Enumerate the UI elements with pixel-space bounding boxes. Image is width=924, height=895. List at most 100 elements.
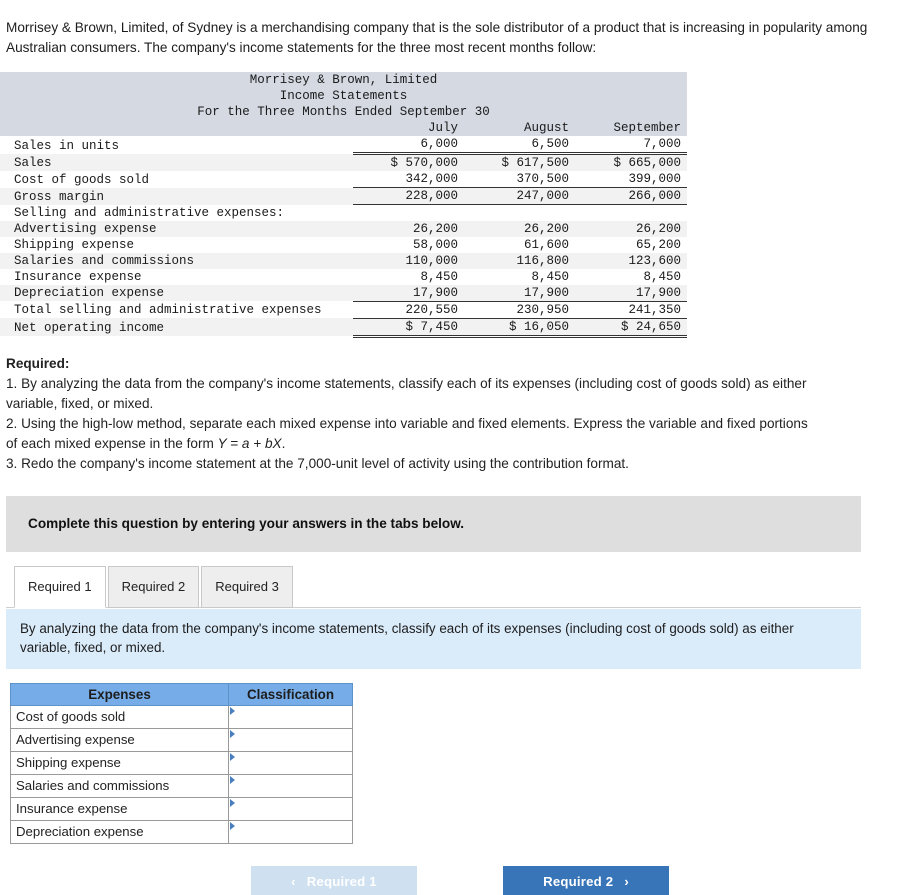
statement-row-value: $ 570,000 xyxy=(353,153,464,171)
classification-dropdown[interactable] xyxy=(228,819,353,844)
intro-paragraph: Morrisey & Brown, Limited, of Sydney is … xyxy=(6,20,868,55)
requirement-instruction-text: By analyzing the data from the company's… xyxy=(20,620,794,655)
statement-row-value: $ 16,050 xyxy=(464,318,575,338)
expense-name-cell: Salaries and commissions xyxy=(10,773,229,798)
tab-label: Required 2 xyxy=(121,579,186,594)
statement-row: Total selling and administrative expense… xyxy=(0,301,688,319)
statement-row-value: 7,000 xyxy=(575,136,688,155)
statement-row-label: Depreciation expense xyxy=(0,284,353,301)
expense-classification-table: Expenses Classification Cost of goods so… xyxy=(10,682,353,844)
statement-row: Sales in units 6,000 6,500 7,000 xyxy=(0,136,688,155)
expense-name-cell: Advertising expense xyxy=(10,727,229,752)
statement-row-value: 247,000 xyxy=(464,187,575,205)
tab-required-3[interactable]: Required 3 xyxy=(201,565,293,608)
tab-label: Required 1 xyxy=(28,579,92,594)
navigation-buttons: ‹ Required 1 Required 2 › xyxy=(0,865,924,895)
required-heading: Required: xyxy=(6,355,70,371)
statement-row: Selling and administrative expenses: xyxy=(0,205,687,221)
statement-row-value: 26,200 xyxy=(353,220,464,237)
statement-row-value: 8,450 xyxy=(643,269,682,284)
statement-row-value: 342,000 xyxy=(353,171,464,188)
dropdown-triangle-icon xyxy=(230,706,235,715)
statement-row-label: Salaries and commissions xyxy=(0,252,353,269)
statement-row-value: 123,600 xyxy=(575,252,688,269)
statement-row-value: $ 7,450 xyxy=(353,318,464,338)
required-item-1-line-2: variable, fixed, or mixed. xyxy=(6,395,154,411)
dropdown-triangle-icon xyxy=(230,798,235,807)
statement-row-label: Sales in units xyxy=(14,138,120,153)
header-expenses: Expenses xyxy=(10,682,229,706)
statement-row-value: 8,450 xyxy=(531,269,569,284)
statement-row-value: 26,200 xyxy=(575,220,688,237)
classification-dropdown[interactable] xyxy=(228,727,353,752)
statement-row-value: $ 617,500 xyxy=(464,153,575,171)
statement-row: Sales $ 570,000 $ 617,500 $ 665,000 xyxy=(0,153,688,171)
classification-dropdown[interactable] xyxy=(228,704,353,729)
answer-table-body: Cost of goods sold Advertising expense Shi… xyxy=(10,704,353,844)
statement-row: Advertising expense 26,200 26,200 26,200 xyxy=(0,220,688,237)
column-header-july: July xyxy=(353,120,464,136)
statement-row-value: 17,900 xyxy=(353,284,464,302)
column-header-september: September xyxy=(575,120,688,136)
statement-row-value: 370,500 xyxy=(464,171,575,188)
statement-row: Net operating income $ 7,450 $ 16,050 $ 24,… xyxy=(0,318,688,338)
previous-requirement-button[interactable]: ‹ Required 1 xyxy=(251,865,417,895)
requirement-tabs: Required 1 Required 2 Required 3 xyxy=(14,564,924,608)
statement-row-value: 110,000 xyxy=(353,252,464,269)
statement-row-value: 6,000 xyxy=(353,136,464,155)
income-statement-table: Morrisey & Brown, Limited Income Stateme… xyxy=(0,72,688,338)
statement-row-value xyxy=(464,205,575,221)
statement-row-value: 266,000 xyxy=(575,187,688,205)
chevron-left-icon: ‹ xyxy=(291,874,296,889)
statement-row: Shipping expense 58,000 61,600 65,200 xyxy=(0,237,687,253)
tab-required-2[interactable]: Required 2 xyxy=(107,565,200,608)
statement-row: Salaries and commissions 110,000 116,800 12… xyxy=(0,252,688,269)
statement-row: Insurance expense 8,450 8,450 8,450 xyxy=(0,269,687,285)
statement-title-row-3: For the Three Months Ended September 30 xyxy=(0,104,688,120)
table-row: Shipping expense xyxy=(10,750,353,775)
statement-row-value: 17,900 xyxy=(575,284,688,302)
expense-name-cell: Depreciation expense xyxy=(10,819,229,844)
dropdown-triangle-icon xyxy=(230,775,235,784)
dropdown-triangle-icon xyxy=(230,821,235,830)
answer-table-wrapper: Expenses Classification Cost of goods so… xyxy=(10,682,924,844)
statement-row-label: Total selling and administrative expense… xyxy=(14,303,322,317)
required-item-3: 3. Redo the company's income statement a… xyxy=(6,455,629,471)
statement-row: Depreciation expense 17,900 17,900 17,900 xyxy=(0,284,688,302)
answer-table-header-row: Expenses Classification xyxy=(10,682,353,706)
statement-title-2: Income Statements xyxy=(0,88,688,104)
complete-question-text: Complete this question by entering your … xyxy=(28,516,465,531)
next-requirement-button[interactable]: Required 2 › xyxy=(503,865,669,895)
classification-dropdown[interactable] xyxy=(228,750,353,775)
required-item-2-line-1: 2. Using the high-low method, separate e… xyxy=(6,415,808,431)
income-statement-head: Morrisey & Brown, Limited Income Stateme… xyxy=(0,72,688,136)
required-item-1-line-1: 1. By analyzing the data from the compan… xyxy=(6,375,807,391)
table-row: Insurance expense xyxy=(10,796,353,821)
statement-row-label: Net operating income xyxy=(0,318,353,336)
statement-row-value: 230,950 xyxy=(464,301,575,319)
classification-dropdown[interactable] xyxy=(228,796,353,821)
income-statement-body: Sales in units 6,000 6,500 7,000 Sales $ 570,… xyxy=(0,136,688,338)
tab-label: Required 3 xyxy=(215,579,279,594)
statement-title-row-1: Morrisey & Brown, Limited xyxy=(0,72,688,88)
statement-header-spacer xyxy=(0,120,353,136)
statement-row-label: Cost of goods sold xyxy=(14,172,150,187)
statement-title-3: For the Three Months Ended September 30 xyxy=(0,104,688,120)
tab-required-1[interactable]: Required 1 xyxy=(14,565,106,608)
statement-title-row-2: Income Statements xyxy=(0,88,688,104)
expense-name-cell: Insurance expense xyxy=(10,796,229,821)
required-item-2-formula: Y = a + bX xyxy=(217,435,282,451)
statement-row-label: Gross margin xyxy=(0,187,353,205)
statement-row-label: Selling and administrative expenses: xyxy=(14,205,285,220)
statement-row-value: 116,800 xyxy=(464,252,575,269)
statement-row-value: 399,000 xyxy=(575,171,688,188)
statement-row-value: 58,000 xyxy=(412,237,458,252)
required-item-2-text: of each mixed expense in the form xyxy=(6,435,218,451)
income-statement: Morrisey & Brown, Limited Income Stateme… xyxy=(0,72,688,338)
classification-dropdown[interactable] xyxy=(228,773,353,798)
chevron-right-icon: › xyxy=(624,874,629,889)
statement-row-value: 6,500 xyxy=(464,136,575,155)
complete-question-bar: Complete this question by entering your … xyxy=(6,495,861,552)
statement-row-value xyxy=(575,205,687,221)
table-row: Cost of goods sold xyxy=(10,704,353,729)
